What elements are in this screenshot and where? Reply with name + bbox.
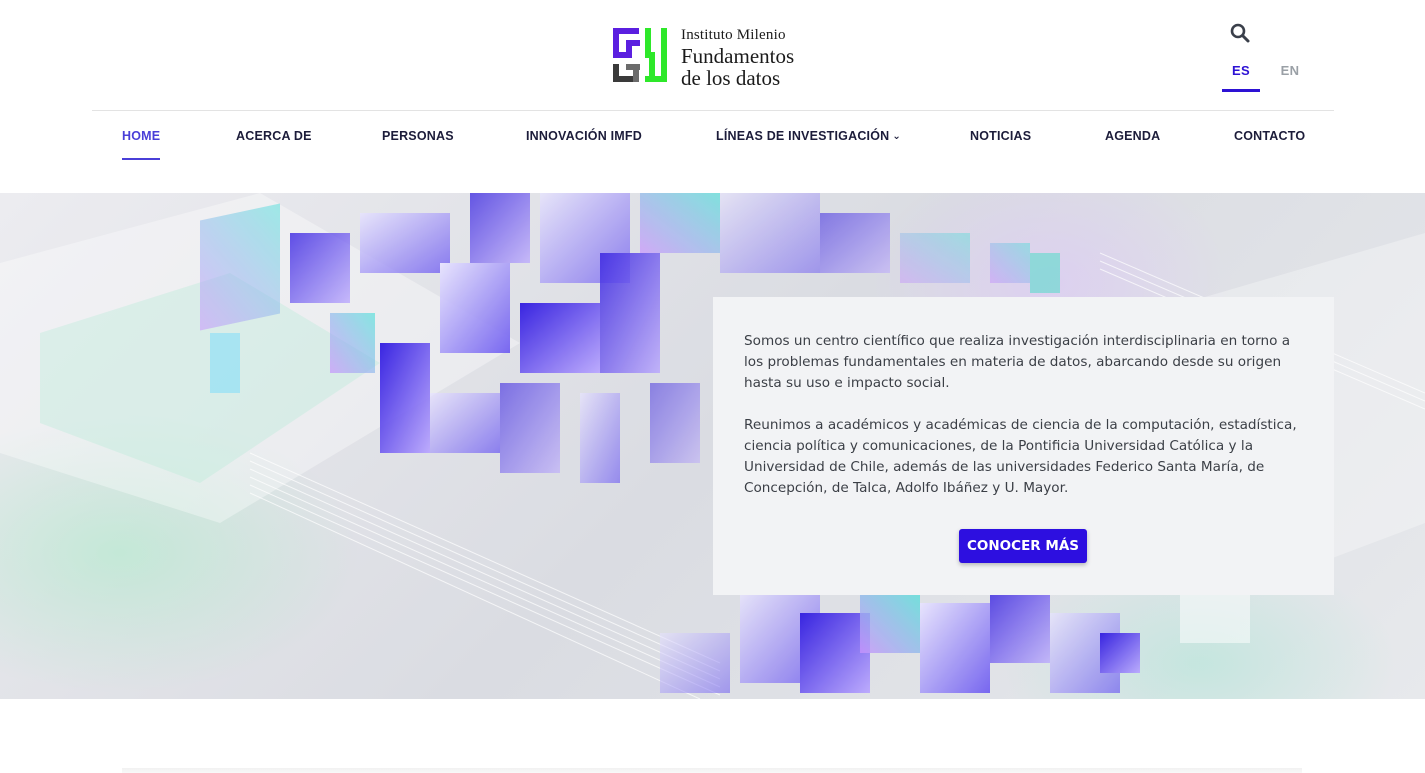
conocer-mas-button[interactable]: CONOCER MÁS	[959, 529, 1087, 563]
logo-line-3: de los datos	[681, 66, 781, 90]
search-icon	[1230, 23, 1250, 43]
next-section-edge	[122, 768, 1302, 773]
nav-item-agenda[interactable]: AGENDA	[1105, 129, 1160, 143]
nav-item-innovacion-imfd[interactable]: INNOVACIÓN IMFD	[526, 129, 642, 143]
hero-info-card: Somos un centro científico que realiza i…	[713, 297, 1334, 595]
nav-item-personas[interactable]: PERSONAS	[382, 129, 454, 143]
nav-item-lineas-de-investigacion[interactable]: LÍNEAS DE INVESTIGACIÓN ⌄	[716, 129, 901, 143]
site-logo[interactable]: Instituto Milenio Fundamentos de los dat…	[612, 27, 794, 89]
logo-line-1: Instituto Milenio	[681, 27, 786, 43]
chevron-down-icon: ⌄	[892, 131, 901, 142]
language-es-button[interactable]: ES	[1222, 63, 1260, 92]
logo-text: Instituto Milenio Fundamentos de los dat…	[681, 27, 794, 89]
nav-item-contacto[interactable]: CONTACTO	[1234, 129, 1305, 143]
nav-item-home[interactable]: HOME	[122, 129, 160, 143]
search-button[interactable]	[1229, 22, 1251, 44]
main-nav: HOME ACERCA DE PERSONAS INNOVACIÓN IMFD …	[0, 110, 1425, 170]
hero-paragraph-2: Reunimos a académicos y académicas de ci…	[744, 417, 1297, 496]
nav-item-acerca-de[interactable]: ACERCA DE	[236, 129, 312, 143]
nav-item-noticias[interactable]: NOTICIAS	[970, 129, 1031, 143]
nav-active-indicator	[122, 158, 160, 160]
logo-line-2: Fundamentos	[681, 44, 795, 68]
site-header: Instituto Milenio Fundamentos de los dat…	[0, 0, 1425, 193]
language-en-button[interactable]: EN	[1274, 63, 1306, 78]
hero-banner: Somos un centro científico que realiza i…	[0, 193, 1425, 699]
hero-paragraph-1: Somos un centro científico que realiza i…	[744, 333, 1291, 391]
imfd-logo-mark	[613, 28, 667, 82]
nav-item-lineas-label: LÍNEAS DE INVESTIGACIÓN	[716, 129, 890, 143]
